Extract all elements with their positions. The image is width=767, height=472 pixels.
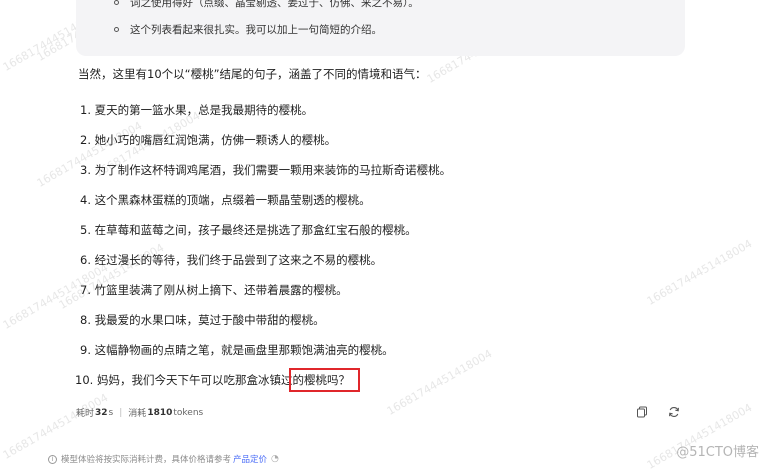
- list-item-text: 她小巧的嘴唇红润饱满，仿佛一颗诱人的樱桃。: [94, 133, 337, 147]
- time-label: 耗时: [76, 409, 95, 419]
- time-unit: s: [108, 407, 114, 418]
- list-item: 5. 在草莓和蓝莓之间，孩子最终还是挑选了那盒红宝石般的樱桃。: [80, 222, 417, 238]
- list-item-text: 竹篮里装满了刚从树上摘下、还带着晨露的樱桃。: [94, 283, 348, 297]
- list-item-number: 10.: [75, 373, 94, 387]
- info-icon: i: [48, 454, 57, 464]
- list-item: 2. 她小巧的嘴唇红润饱满，仿佛一颗诱人的樱桃。: [80, 132, 336, 148]
- tokens-value: 1810: [147, 407, 173, 418]
- pricing-link[interactable]: 产品定价: [233, 453, 267, 465]
- copy-icon[interactable]: [635, 405, 649, 419]
- list-item: 7. 竹篮里装满了刚从树上摘下、还带着晨露的樱桃。: [80, 282, 348, 298]
- previous-list-item-text: 词之使用得好（点缀、晶莹剔透、姜过于、仿佛、来之不易）。: [130, 0, 419, 9]
- previous-list-item-text: 这个列表看起来很扎实。我可以加上一句简短的介绍。: [130, 24, 382, 36]
- watermark: 16681744451418004: [384, 347, 495, 418]
- list-item: 6. 经过漫长的等待，我们终于品尝到了这来之不易的樱桃。: [80, 252, 382, 268]
- response-intro: 当然，这里有10个以“樱桃”结尾的句子，涵盖了不同的情境和语气：: [78, 67, 427, 81]
- chevron-right-icon: ◔: [271, 454, 279, 464]
- pricing-notice: i 模型体验将按实际消耗计费，具体价格请参考 产品定价 ◔: [48, 453, 279, 465]
- watermark: 16681744451418004: [644, 401, 755, 472]
- list-item-number: 1.: [80, 103, 91, 117]
- list-item: 8. 我最爱的水果口味，莫过于酸中带甜的樱桃。: [80, 312, 325, 328]
- tokens-unit: tokens: [173, 407, 204, 418]
- watermark: 16681744451418004: [0, 391, 111, 462]
- tokens-label: 消耗: [128, 409, 147, 419]
- list-item-text: 夏天的第一篮水果，总是我最期待的樱桃。: [94, 103, 314, 117]
- previous-list-item: 词之使用得好（点缀、晶莹剔透、姜过于、仿佛、来之不易）。: [114, 0, 419, 10]
- previous-list-item: 这个列表看起来很扎实。我可以加上一句简短的介绍。: [114, 22, 382, 37]
- list-item-number: 4.: [80, 193, 91, 207]
- time-value: 32: [95, 407, 108, 418]
- bullet-icon: [114, 0, 119, 5]
- list-item-number: 9.: [80, 343, 91, 357]
- list-item-number: 6.: [80, 253, 91, 267]
- list-item-text: 经过漫长的等待，我们终于品尝到了这来之不易的樱桃。: [94, 253, 383, 267]
- list-item: 1. 夏天的第一篮水果，总是我最期待的樱桃。: [80, 102, 313, 118]
- bullet-icon: [114, 27, 119, 32]
- watermark: 16681744451418004: [644, 237, 755, 308]
- meta-divider: |: [119, 407, 123, 418]
- refresh-icon[interactable]: [667, 405, 681, 419]
- watermark: 16681744451418004: [34, 119, 145, 190]
- brand-watermark: @51CTO博客: [676, 445, 759, 460]
- highlight-annotation-box: [289, 368, 360, 392]
- response-meta: 耗时 32 s | 消耗 1810 tokens: [76, 406, 204, 420]
- list-item-text: 在草莓和蓝莓之间，孩子最终还是挑选了那盒红宝石般的樱桃。: [94, 223, 417, 237]
- list-item-text: 我最爱的水果口味，莫过于酸中带甜的樱桃。: [94, 313, 325, 327]
- pricing-notice-text: 模型体验将按实际消耗计费，具体价格请参考: [61, 455, 232, 465]
- list-item-number: 2.: [80, 133, 91, 147]
- list-item-text: 这个黑森林蛋糕的顶端，点缀着一颗晶莹剔透的樱桃。: [94, 193, 371, 207]
- list-item-text: 这幅静物画的点睛之笔，就是画盘里那颗饱满油亮的樱桃。: [94, 343, 394, 357]
- list-item: 4. 这个黑森林蛋糕的顶端，点缀着一颗晶莹剔透的樱桃。: [80, 192, 371, 208]
- list-item-number: 7.: [80, 283, 91, 297]
- list-item-number: 8.: [80, 313, 91, 327]
- list-item-number: 5.: [80, 223, 91, 237]
- list-item: 9. 这幅静物画的点睛之笔，就是画盘里那颗饱满油亮的樱桃。: [80, 342, 394, 358]
- list-item-text: 为了制作这杯特调鸡尾酒，我们需要一颗用来装饰的马拉斯奇诺樱桃。: [94, 163, 452, 177]
- list-item-number: 3.: [80, 163, 91, 177]
- list-item: 3. 为了制作这杯特调鸡尾酒，我们需要一颗用来装饰的马拉斯奇诺樱桃。: [80, 162, 451, 178]
